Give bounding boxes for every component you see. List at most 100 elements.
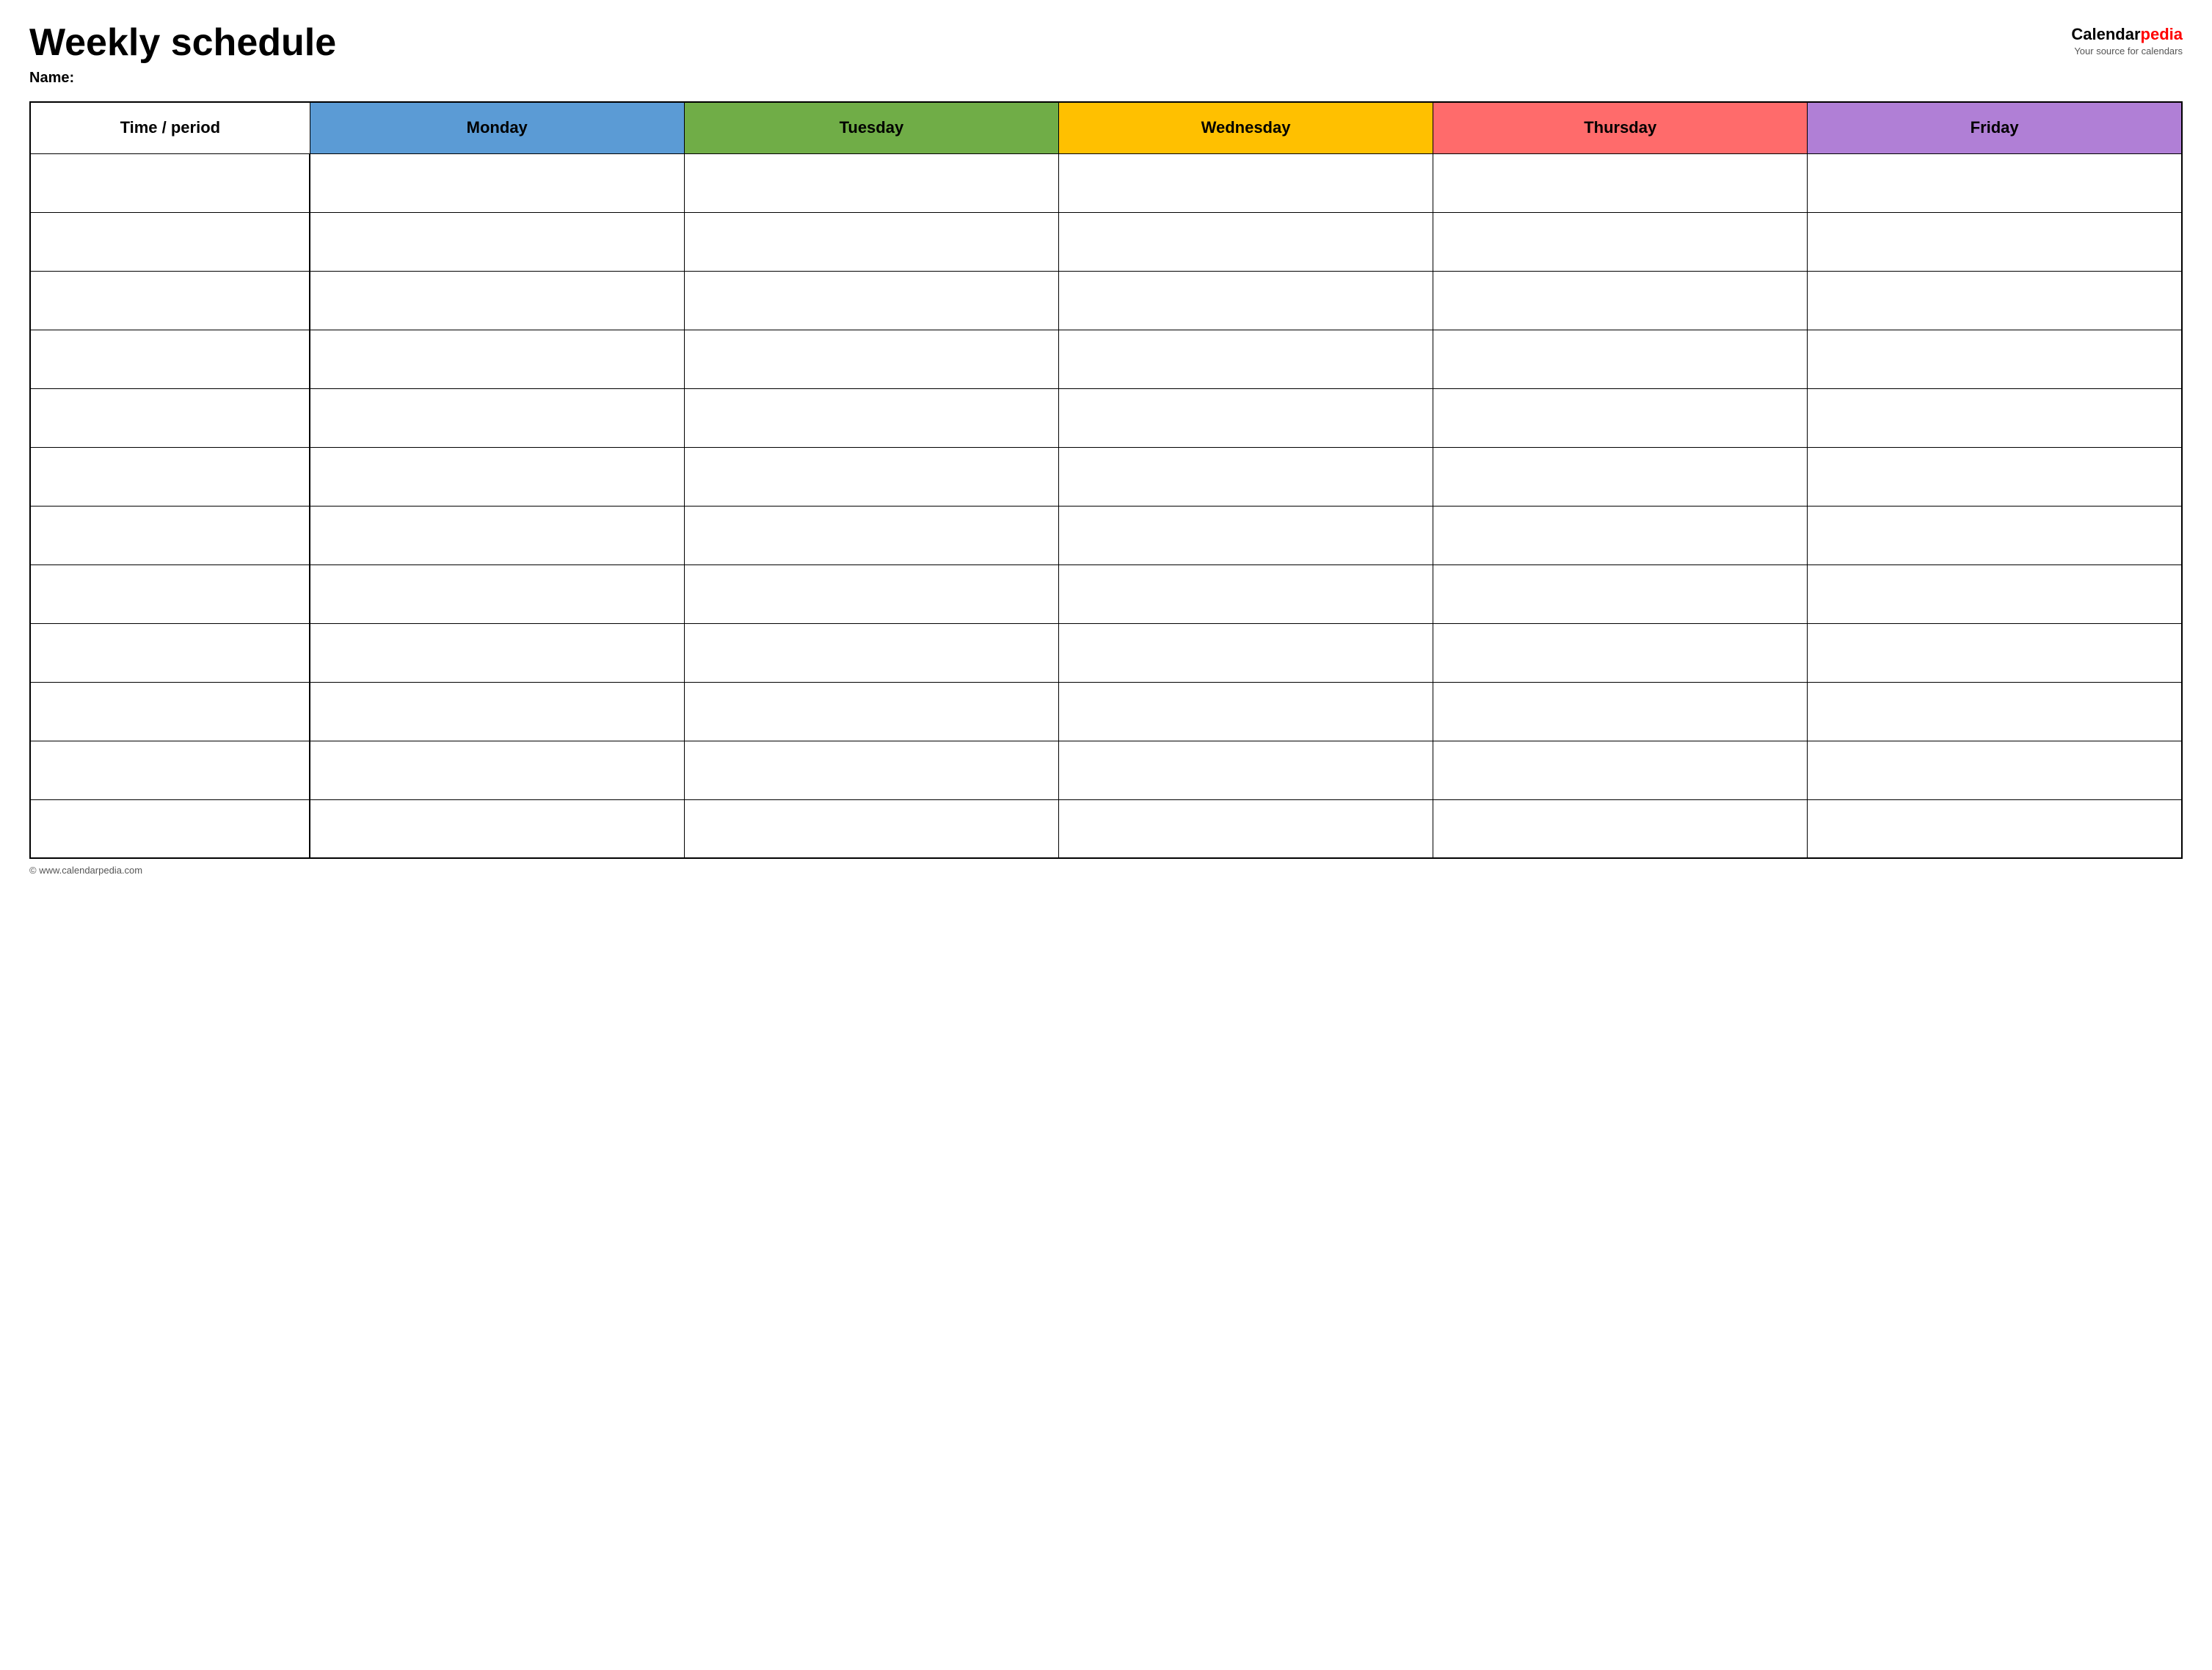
schedule-cell[interactable] [1058, 330, 1433, 388]
table-row [30, 447, 2182, 506]
time-cell[interactable] [30, 682, 310, 741]
schedule-cell[interactable] [310, 506, 684, 564]
schedule-cell[interactable] [684, 564, 1058, 623]
header-thursday: Thursday [1433, 102, 1808, 153]
table-row [30, 212, 2182, 271]
schedule-cell[interactable] [1058, 741, 1433, 799]
schedule-cell[interactable] [684, 153, 1058, 212]
table-row [30, 506, 2182, 564]
table-row [30, 623, 2182, 682]
schedule-cell[interactable] [1808, 506, 2182, 564]
schedule-cell[interactable] [684, 741, 1058, 799]
schedule-cell[interactable] [310, 682, 684, 741]
schedule-cell[interactable] [1058, 388, 1433, 447]
schedule-cell[interactable] [1808, 153, 2182, 212]
schedule-cell[interactable] [1808, 212, 2182, 271]
schedule-cell[interactable] [310, 564, 684, 623]
schedule-cell[interactable] [1058, 564, 1433, 623]
schedule-cell[interactable] [684, 506, 1058, 564]
schedule-cell[interactable] [1058, 799, 1433, 858]
schedule-cell[interactable] [1433, 447, 1808, 506]
table-row [30, 564, 2182, 623]
schedule-cell[interactable] [684, 799, 1058, 858]
table-body [30, 153, 2182, 858]
schedule-cell[interactable] [1433, 564, 1808, 623]
schedule-cell[interactable] [684, 271, 1058, 330]
time-cell[interactable] [30, 447, 310, 506]
table-row [30, 388, 2182, 447]
schedule-cell[interactable] [310, 388, 684, 447]
time-cell[interactable] [30, 506, 310, 564]
logo-tagline: Your source for calendars [2074, 46, 2183, 57]
schedule-cell[interactable] [1058, 623, 1433, 682]
schedule-cell[interactable] [1808, 447, 2182, 506]
header-tuesday: Tuesday [684, 102, 1058, 153]
schedule-cell[interactable] [684, 682, 1058, 741]
schedule-cell[interactable] [1433, 388, 1808, 447]
schedule-cell[interactable] [310, 271, 684, 330]
copyright-text: © www.calendarpedia.com [29, 865, 142, 876]
schedule-table: Time / period Monday Tuesday Wednesday T… [29, 101, 2183, 859]
time-cell[interactable] [30, 330, 310, 388]
time-cell[interactable] [30, 564, 310, 623]
schedule-cell[interactable] [684, 623, 1058, 682]
schedule-cell[interactable] [310, 330, 684, 388]
schedule-cell[interactable] [684, 212, 1058, 271]
schedule-cell[interactable] [1058, 447, 1433, 506]
schedule-cell[interactable] [1808, 623, 2182, 682]
schedule-cell[interactable] [684, 388, 1058, 447]
schedule-cell[interactable] [1808, 271, 2182, 330]
time-cell[interactable] [30, 388, 310, 447]
logo-section: Calendarpedia Your source for calendars [2071, 25, 2183, 57]
schedule-cell[interactable] [1433, 212, 1808, 271]
time-cell[interactable] [30, 153, 310, 212]
schedule-cell[interactable] [1808, 388, 2182, 447]
schedule-cell[interactable] [1808, 741, 2182, 799]
page-title: Weekly schedule [29, 22, 336, 64]
schedule-cell[interactable] [1808, 330, 2182, 388]
logo-pedia: pedia [2141, 25, 2183, 43]
schedule-cell[interactable] [310, 741, 684, 799]
schedule-cell[interactable] [1058, 506, 1433, 564]
schedule-cell[interactable] [310, 799, 684, 858]
logo-calendar: Calendar [2071, 25, 2140, 43]
time-cell[interactable] [30, 212, 310, 271]
schedule-cell[interactable] [310, 212, 684, 271]
table-header-row: Time / period Monday Tuesday Wednesday T… [30, 102, 2182, 153]
schedule-cell[interactable] [1058, 682, 1433, 741]
time-cell[interactable] [30, 623, 310, 682]
table-row [30, 741, 2182, 799]
footer: © www.calendarpedia.com [29, 865, 2183, 876]
time-cell[interactable] [30, 271, 310, 330]
schedule-cell[interactable] [1433, 623, 1808, 682]
schedule-cell[interactable] [1433, 799, 1808, 858]
schedule-cell[interactable] [684, 447, 1058, 506]
time-cell[interactable] [30, 799, 310, 858]
schedule-cell[interactable] [1808, 564, 2182, 623]
time-cell[interactable] [30, 741, 310, 799]
table-row [30, 153, 2182, 212]
schedule-cell[interactable] [1058, 271, 1433, 330]
logo-text: Calendarpedia [2071, 25, 2183, 44]
table-row [30, 330, 2182, 388]
schedule-cell[interactable] [1433, 271, 1808, 330]
header-wednesday: Wednesday [1058, 102, 1433, 153]
schedule-cell[interactable] [310, 153, 684, 212]
schedule-cell[interactable] [310, 447, 684, 506]
header-monday: Monday [310, 102, 684, 153]
header-time: Time / period [30, 102, 310, 153]
schedule-cell[interactable] [1433, 682, 1808, 741]
title-section: Weekly schedule Name: [29, 22, 336, 87]
name-label: Name: [29, 70, 336, 87]
schedule-cell[interactable] [1058, 212, 1433, 271]
schedule-cell[interactable] [684, 330, 1058, 388]
schedule-cell[interactable] [1433, 330, 1808, 388]
schedule-cell[interactable] [1433, 153, 1808, 212]
schedule-cell[interactable] [1433, 741, 1808, 799]
schedule-cell[interactable] [1433, 506, 1808, 564]
schedule-cell[interactable] [1808, 799, 2182, 858]
schedule-cell[interactable] [310, 623, 684, 682]
schedule-cell[interactable] [1808, 682, 2182, 741]
page-header: Weekly schedule Name: Calendarpedia Your… [29, 22, 2183, 87]
schedule-cell[interactable] [1058, 153, 1433, 212]
